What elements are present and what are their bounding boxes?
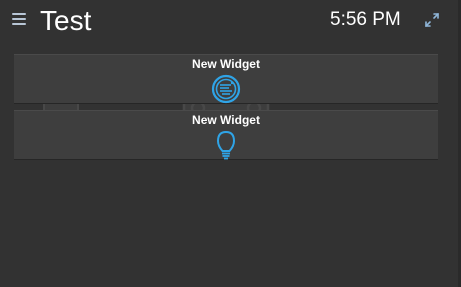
fullscreen-icon[interactable] (423, 11, 441, 29)
widget-label: New Widget (192, 113, 260, 127)
light-bulb-icon (210, 130, 242, 160)
widget-card[interactable]: New Widget (14, 54, 438, 104)
widget-card[interactable]: New Widget (14, 110, 438, 160)
washing-machine-icon (210, 74, 242, 104)
widget-label: New Widget (192, 57, 260, 71)
app-header: Test 5:56 PM (0, 0, 458, 44)
clock: 5:56 PM (330, 9, 401, 30)
page-title: Test (40, 5, 92, 36)
menu-icon[interactable] (12, 13, 26, 25)
